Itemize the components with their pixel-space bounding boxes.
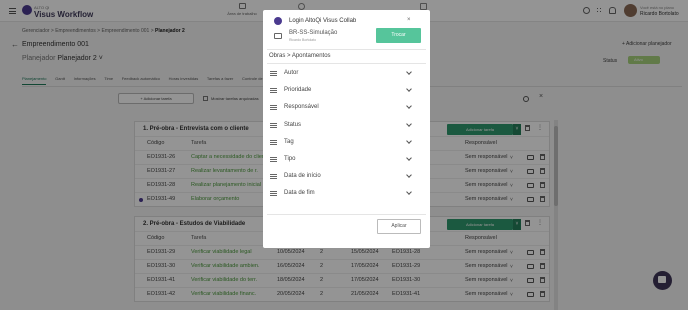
filter-icon	[270, 139, 277, 145]
filter-list: Autor Prioridade Responsável Status Tag …	[267, 66, 426, 204]
filter-label: Data de início	[284, 173, 321, 180]
filter-author[interactable]: Autor	[267, 66, 426, 83]
filter-icon	[270, 191, 277, 197]
filter-end-date[interactable]: Data de fim	[267, 186, 426, 203]
filter-icon	[270, 71, 277, 76]
divider	[267, 49, 426, 50]
database-icon	[274, 33, 282, 39]
chevron-down-icon	[406, 172, 412, 178]
database-user: Ricardo Bortolato	[289, 38, 317, 42]
divider	[267, 214, 426, 215]
filter-label: Autor	[284, 70, 299, 76]
filter-tag[interactable]: Tag	[267, 135, 426, 152]
apply-button[interactable]: Aplicar	[377, 219, 421, 234]
filter-status[interactable]: Status	[267, 118, 426, 135]
database-name: BR-SS-Simulação	[289, 30, 338, 36]
filter-label: Tag	[284, 138, 294, 145]
filter-icon	[270, 88, 277, 94]
close-icon[interactable]: ×	[407, 17, 411, 23]
divider	[267, 63, 426, 64]
filter-label: Tipo	[284, 155, 296, 162]
filter-start-date[interactable]: Data de início	[267, 169, 426, 186]
chevron-down-icon	[406, 69, 412, 75]
filter-label: Data de fim	[284, 190, 315, 197]
visus-collab-logo-icon	[274, 17, 282, 25]
chevron-down-icon	[406, 155, 412, 161]
filter-icon	[270, 174, 277, 180]
chevron-down-icon	[406, 86, 412, 93]
chevron-down-icon	[406, 189, 412, 196]
filter-icon	[270, 122, 277, 128]
filter-label: Status	[284, 121, 302, 128]
chevron-down-icon	[406, 137, 412, 144]
filter-modal: Login AltoQi Visus Collab × BR-SS-Simula…	[263, 10, 430, 248]
filter-responsible[interactable]: Responsável	[267, 100, 426, 117]
chevron-down-icon	[406, 120, 412, 127]
switch-button[interactable]: Trocar	[376, 28, 421, 43]
modal-login-title: Login AltoQi Visus Collab	[289, 18, 357, 24]
filter-label: Prioridade	[284, 87, 312, 94]
filter-icon	[270, 156, 277, 162]
filter-type[interactable]: Tipo	[267, 152, 426, 169]
modal-breadcrumb: Obras > Apontamentos	[269, 53, 331, 59]
filter-label: Responsável	[284, 104, 319, 111]
filter-priority[interactable]: Prioridade	[267, 83, 426, 100]
chevron-down-icon	[406, 103, 412, 110]
filter-icon	[270, 105, 277, 111]
